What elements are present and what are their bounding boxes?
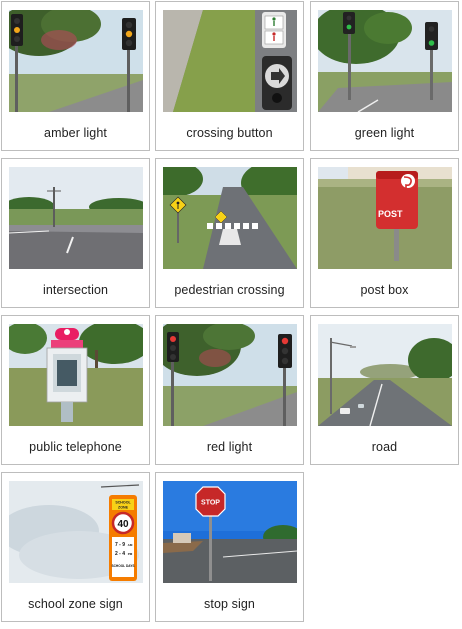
flashcard-grid: amber light crossing button green light … [0,0,462,629]
school-days-label: SCHOOL DAYS [111,564,134,568]
card-label: stop sign [204,597,255,611]
stop-sign-text: STOP [201,500,220,507]
photo-road [318,324,452,426]
card-public-telephone: public telephone [1,315,150,465]
crossing-button-image [163,10,297,112]
card-green-light: green light [310,1,459,151]
card-school-zone-sign: SCHOOL ZONE 40 7 - 9 AM 2 - 4 PM SCHOOL … [1,472,150,622]
card-label: green light [354,126,415,140]
photo-stop-sign: STOP [163,481,297,583]
road-image [318,324,452,426]
green-light-image [318,10,452,112]
post-box-text: POST [378,209,403,219]
photo-pedestrian-crossing [163,167,297,269]
photo-school-zone-sign: SCHOOL ZONE 40 7 - 9 AM 2 - 4 PM SCHOOL … [9,481,143,583]
card-label: red light [206,440,253,454]
school-zone-sign-image: SCHOOL ZONE 40 7 - 9 AM 2 - 4 PM SCHOOL … [9,481,143,583]
pm-label: PM [128,552,133,556]
card-label: road [371,440,398,454]
photo-post-box: POST [318,167,452,269]
card-amber-light: amber light [1,1,150,151]
card-road: road [310,315,459,465]
card-post-box: POST post box [310,158,459,308]
card-label: amber light [44,126,107,140]
stop-sign-image: STOP [163,481,297,583]
intersection-image [9,167,143,269]
photo-red-light [163,324,297,426]
photo-public-telephone [9,324,143,426]
card-label: post box [360,283,409,297]
card-red-light: red light [155,315,304,465]
zone-label: ZONE [118,506,129,510]
afternoon-times: 2 - 4 [115,551,125,557]
card-label: crossing button [186,126,273,140]
card-stop-sign: STOP stop sign [155,472,304,622]
card-label: pedestrian crossing [174,283,285,297]
pedestrian-crossing-image [163,167,297,269]
photo-intersection [9,167,143,269]
amber-light-image [9,10,143,112]
card-intersection: intersection [1,158,150,308]
public-telephone-image [9,324,143,426]
photo-green-light [318,10,452,112]
red-light-image [163,324,297,426]
photo-crossing-button [163,10,297,112]
card-label: public telephone [29,440,122,454]
morning-times: 7 - 9 [115,542,125,548]
card-label: school zone sign [28,597,123,611]
card-pedestrian-crossing: pedestrian crossing [155,158,304,308]
post-box-image: POST [318,167,452,269]
speed-limit-text: 40 [117,519,129,530]
am-label: AM [128,543,133,547]
card-crossing-button: crossing button [155,1,304,151]
school-label: SCHOOL [115,501,131,505]
card-label: intersection [42,283,109,297]
photo-amber-light [9,10,143,112]
